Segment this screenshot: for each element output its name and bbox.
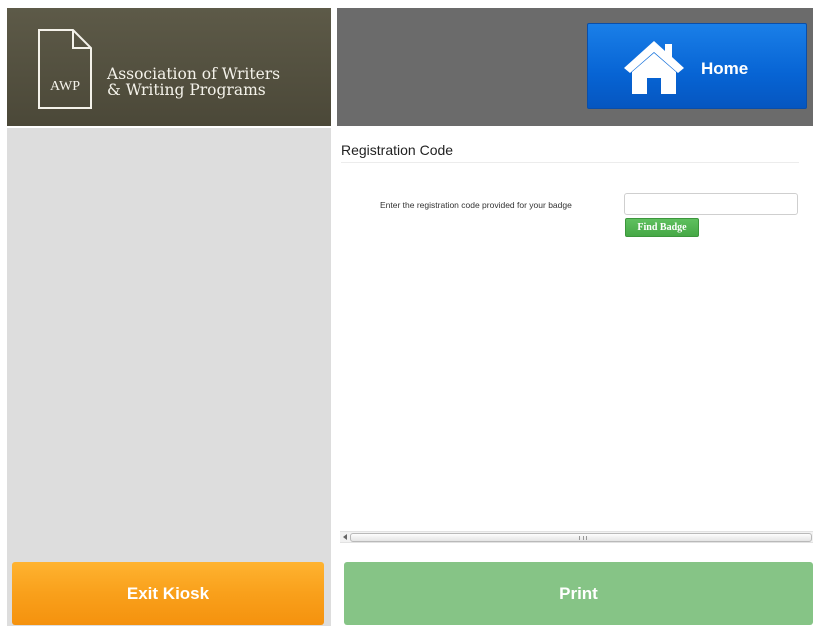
left-side-panel bbox=[7, 128, 331, 626]
scroll-left-arrow-icon[interactable] bbox=[343, 534, 347, 540]
print-button[interactable]: Print bbox=[344, 562, 813, 625]
house-icon bbox=[624, 41, 684, 94]
exit-kiosk-button[interactable]: Exit Kiosk bbox=[12, 562, 324, 625]
horizontal-scrollbar[interactable] bbox=[340, 531, 813, 543]
logo-panel: AWP Association of Writers & Writing Pro… bbox=[7, 8, 331, 126]
find-badge-button[interactable]: Find Badge bbox=[625, 218, 699, 237]
logo-abbreviation: AWP bbox=[50, 79, 80, 94]
registration-code-input[interactable] bbox=[624, 193, 798, 215]
scrollbar-grip-icon bbox=[579, 536, 587, 540]
section-divider bbox=[341, 162, 799, 163]
home-button[interactable]: Home bbox=[587, 23, 807, 109]
organization-name-line1: Association of Writers bbox=[107, 65, 281, 83]
scrollbar-thumb[interactable] bbox=[350, 533, 812, 542]
section-title: Registration Code bbox=[341, 142, 454, 158]
home-button-label: Home bbox=[701, 59, 749, 78]
registration-code-label: Enter the registration code provided for… bbox=[380, 200, 572, 210]
organization-name: Association of Writers & Writing Program… bbox=[107, 66, 327, 98]
document-icon bbox=[38, 29, 92, 109]
organization-name-line2: & Writing Programs bbox=[107, 81, 266, 99]
